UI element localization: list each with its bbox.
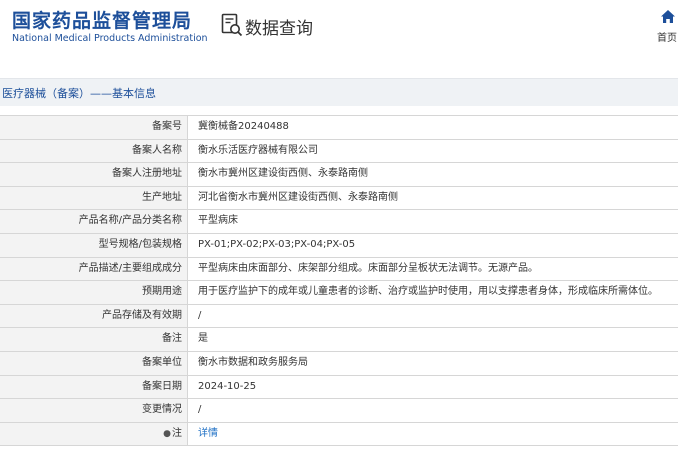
page-title: 数据查询 [245,19,313,39]
row-label-note: ●注 [0,422,188,446]
table-row: 变更情况 / [0,399,678,423]
pin-icon: ● [163,428,171,439]
row-label: 备案号 [0,116,188,139]
row-label: 备案单位 [0,351,188,375]
table-row: 型号规格/包装规格 PX-01;PX-02;PX-03;PX-04;PX-05 [0,233,678,258]
table-row: 产品描述/主要组成成分 平型病床由床面部分、床架部分组成。床面部分呈板状无法调节… [0,257,678,282]
row-label: 产品描述/主要组成成分 [0,257,188,281]
detail-table: 备案号 冀衡械备20240488 备案人名称 衡水乐活医疗器械有限公司 备案人注… [0,115,678,447]
details-link[interactable]: 详情 [198,428,218,439]
row-value: 衡水市数据和政务服务局 [198,356,308,368]
row-label: 生产地址 [0,186,188,210]
table-row: 生产地址 河北省衡水市冀州区建设街西侧、永泰路南侧 [0,186,678,211]
row-value: 冀衡械备20240488 [198,121,289,132]
row-value: PX-01;PX-02;PX-03;PX-04;PX-05 [198,238,356,250]
row-value: 是 [198,333,208,345]
table-row: 产品名称/产品分类名称 平型病床 [0,210,678,234]
section-title: 医疗器械（备案）——基本信息 [2,87,156,100]
row-label: 产品存储及有效期 [0,304,188,328]
table-row: 预期用途 用于医疗监护下的成年或儿童患者的诊断、治疗或监护时使用，用以支撑患者身… [0,281,678,305]
table-row: 备案单位 衡水市数据和政务服务局 [0,351,678,376]
row-value: / [198,309,202,321]
row-label: 备案人名称 [0,139,188,163]
row-label: 预期用途 [0,281,188,304]
row-value: 平型病床 [198,215,238,227]
row-value: 衡水乐活医疗器械有限公司 [198,144,318,156]
row-label: 备案日期 [0,375,188,399]
note-label: 注 [172,427,182,439]
row-value: 2024-10-25 [198,380,257,392]
row-label: 型号规格/包装规格 [0,233,188,257]
table-row: 备案日期 2024-10-25 [0,375,678,400]
row-value: 平型病床由床面部分、床架部分组成。床面部分呈板状无法调节。无源产品。 [198,262,538,274]
table-row: 备案人注册地址 衡水市冀州区建设街西侧、永泰路南侧 [0,163,678,187]
section-header: 医疗器械（备案）——基本信息 [0,78,678,106]
row-label: 变更情况 [0,399,188,422]
site-header: 国家药品监督管理局 National Medical Products Admi… [0,0,678,78]
table-row: 备案号 冀衡械备20240488 [0,116,678,140]
agency-logo-cn[interactable]: 国家药品监督管理局 [12,6,192,33]
table-row: 备注 是 [0,328,678,352]
table-row: ●注 详情 [0,422,678,447]
table-row: 备案人名称 衡水乐活医疗器械有限公司 [0,139,678,164]
home-link[interactable]: 首页 [657,29,677,44]
search-document-icon [221,13,243,37]
row-label: 备案人注册地址 [0,163,188,186]
row-label: 产品名称/产品分类名称 [0,210,188,233]
row-value: 河北省衡水市冀州区建设街西侧、永泰路南侧 [198,191,398,203]
agency-logo-en[interactable]: National Medical Products Administration [12,33,208,44]
table-row: 产品存储及有效期 / [0,304,678,329]
row-value: 用于医疗监护下的成年或儿童患者的诊断、治疗或监护时使用，用以支撑患者身体，形成临… [198,286,658,298]
row-value: / [198,404,202,416]
row-value: 详情 [188,423,678,446]
row-value: 衡水市冀州区建设街西侧、永泰路南侧 [198,168,368,180]
home-icon[interactable] [660,9,676,24]
row-label: 备注 [0,328,188,351]
